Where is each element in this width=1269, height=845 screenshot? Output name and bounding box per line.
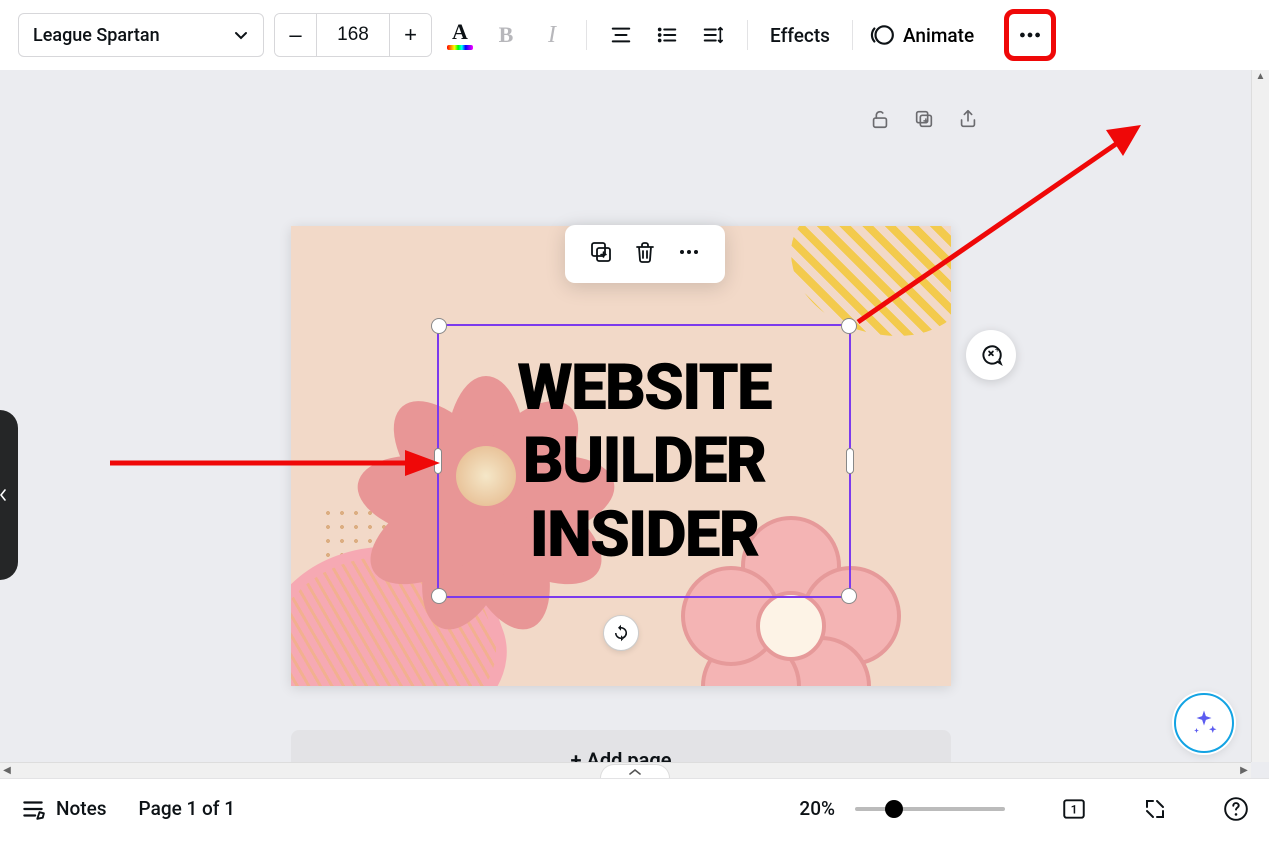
svg-text:1: 1: [1071, 802, 1078, 816]
font-size-increase-button[interactable]: +: [389, 14, 431, 56]
text-content[interactable]: WEBSITE BUILDER INSIDER: [517, 351, 770, 572]
more-icon: [677, 240, 701, 264]
annotation-arrow-diagonal: [848, 122, 1141, 332]
font-size-group: – +: [274, 13, 432, 57]
bold-button[interactable]: B: [488, 15, 524, 55]
divider: [586, 20, 587, 50]
scroll-right-icon: ▶: [1237, 765, 1251, 776]
effects-button[interactable]: Effects: [764, 16, 836, 55]
comment-icon: +: [978, 342, 1004, 368]
trash-icon: [633, 240, 657, 264]
help-button[interactable]: [1223, 796, 1249, 822]
context-more-button[interactable]: [677, 240, 701, 268]
spacing-button[interactable]: [695, 15, 731, 55]
resize-handle-nw[interactable]: [431, 318, 447, 334]
font-size-decrease-button[interactable]: –: [275, 14, 317, 56]
zoom-controls: 20%: [799, 797, 1005, 820]
resize-handle-e[interactable]: [846, 448, 854, 474]
comment-button[interactable]: +: [966, 330, 1016, 380]
chevron-down-icon: [233, 27, 249, 43]
animate-icon: [869, 22, 895, 48]
list-icon: [656, 24, 678, 46]
text-color-button[interactable]: A: [442, 15, 478, 55]
zoom-slider[interactable]: [855, 807, 1005, 811]
notes-label: Notes: [56, 797, 107, 820]
scroll-left-icon: ◀: [0, 765, 14, 776]
context-duplicate-button[interactable]: [589, 240, 613, 268]
side-panel-toggle[interactable]: [0, 410, 18, 580]
text-color-a-icon: A: [452, 21, 468, 43]
grid-view-icon: 1: [1061, 796, 1087, 822]
spacing-icon: [702, 24, 724, 46]
fullscreen-icon: [1143, 797, 1167, 821]
list-button[interactable]: [649, 15, 685, 55]
font-size-input[interactable]: [317, 14, 389, 56]
resize-handle-se[interactable]: [841, 588, 857, 604]
duplicate-icon: [589, 240, 613, 264]
zoom-level-label[interactable]: 20%: [799, 797, 835, 820]
sparkle-icon: [1189, 708, 1219, 738]
divider: [747, 20, 748, 50]
more-button[interactable]: [1008, 13, 1052, 57]
notes-icon: [20, 796, 46, 822]
grid-view-button[interactable]: 1: [1061, 796, 1087, 822]
italic-button[interactable]: I: [534, 15, 570, 55]
animate-label: Animate: [903, 24, 974, 47]
text-toolbar: League Spartan – + A B I Effects Animate: [0, 0, 1269, 70]
rotate-handle[interactable]: [603, 615, 639, 651]
more-icon: [1017, 22, 1043, 48]
divider: [852, 20, 853, 50]
assist-button[interactable]: [1174, 693, 1234, 753]
align-icon: [610, 24, 632, 46]
align-button[interactable]: [603, 15, 639, 55]
font-name-label: League Spartan: [33, 25, 160, 46]
animate-button[interactable]: Animate: [869, 22, 974, 48]
scroll-up-icon: ▲: [1252, 70, 1269, 84]
text-color-bar-icon: [447, 45, 473, 50]
annotation-arrow-horizontal: [110, 448, 440, 478]
notes-button[interactable]: Notes: [20, 796, 107, 822]
element-context-menu: [565, 225, 725, 283]
expand-tab[interactable]: [600, 764, 670, 778]
bottom-bar: Notes Page 1 of 1 20% 1: [0, 778, 1269, 838]
selected-text-box[interactable]: WEBSITE BUILDER INSIDER: [439, 326, 849, 596]
font-family-select[interactable]: League Spartan: [18, 13, 264, 57]
rotate-icon: [612, 624, 630, 642]
fullscreen-button[interactable]: [1143, 797, 1167, 821]
canvas-area: + WEBSITE: [0, 70, 1269, 778]
context-delete-button[interactable]: [633, 240, 657, 268]
page-indicator[interactable]: Page 1 of 1: [139, 797, 235, 820]
chevron-up-icon: [628, 767, 642, 777]
zoom-slider-thumb[interactable]: [885, 800, 903, 818]
resize-handle-sw[interactable]: [431, 588, 447, 604]
vertical-scrollbar[interactable]: ▲: [1251, 70, 1269, 762]
svg-text:+: +: [995, 345, 1000, 355]
chevron-left-icon: [0, 488, 8, 502]
help-icon: [1223, 796, 1249, 822]
